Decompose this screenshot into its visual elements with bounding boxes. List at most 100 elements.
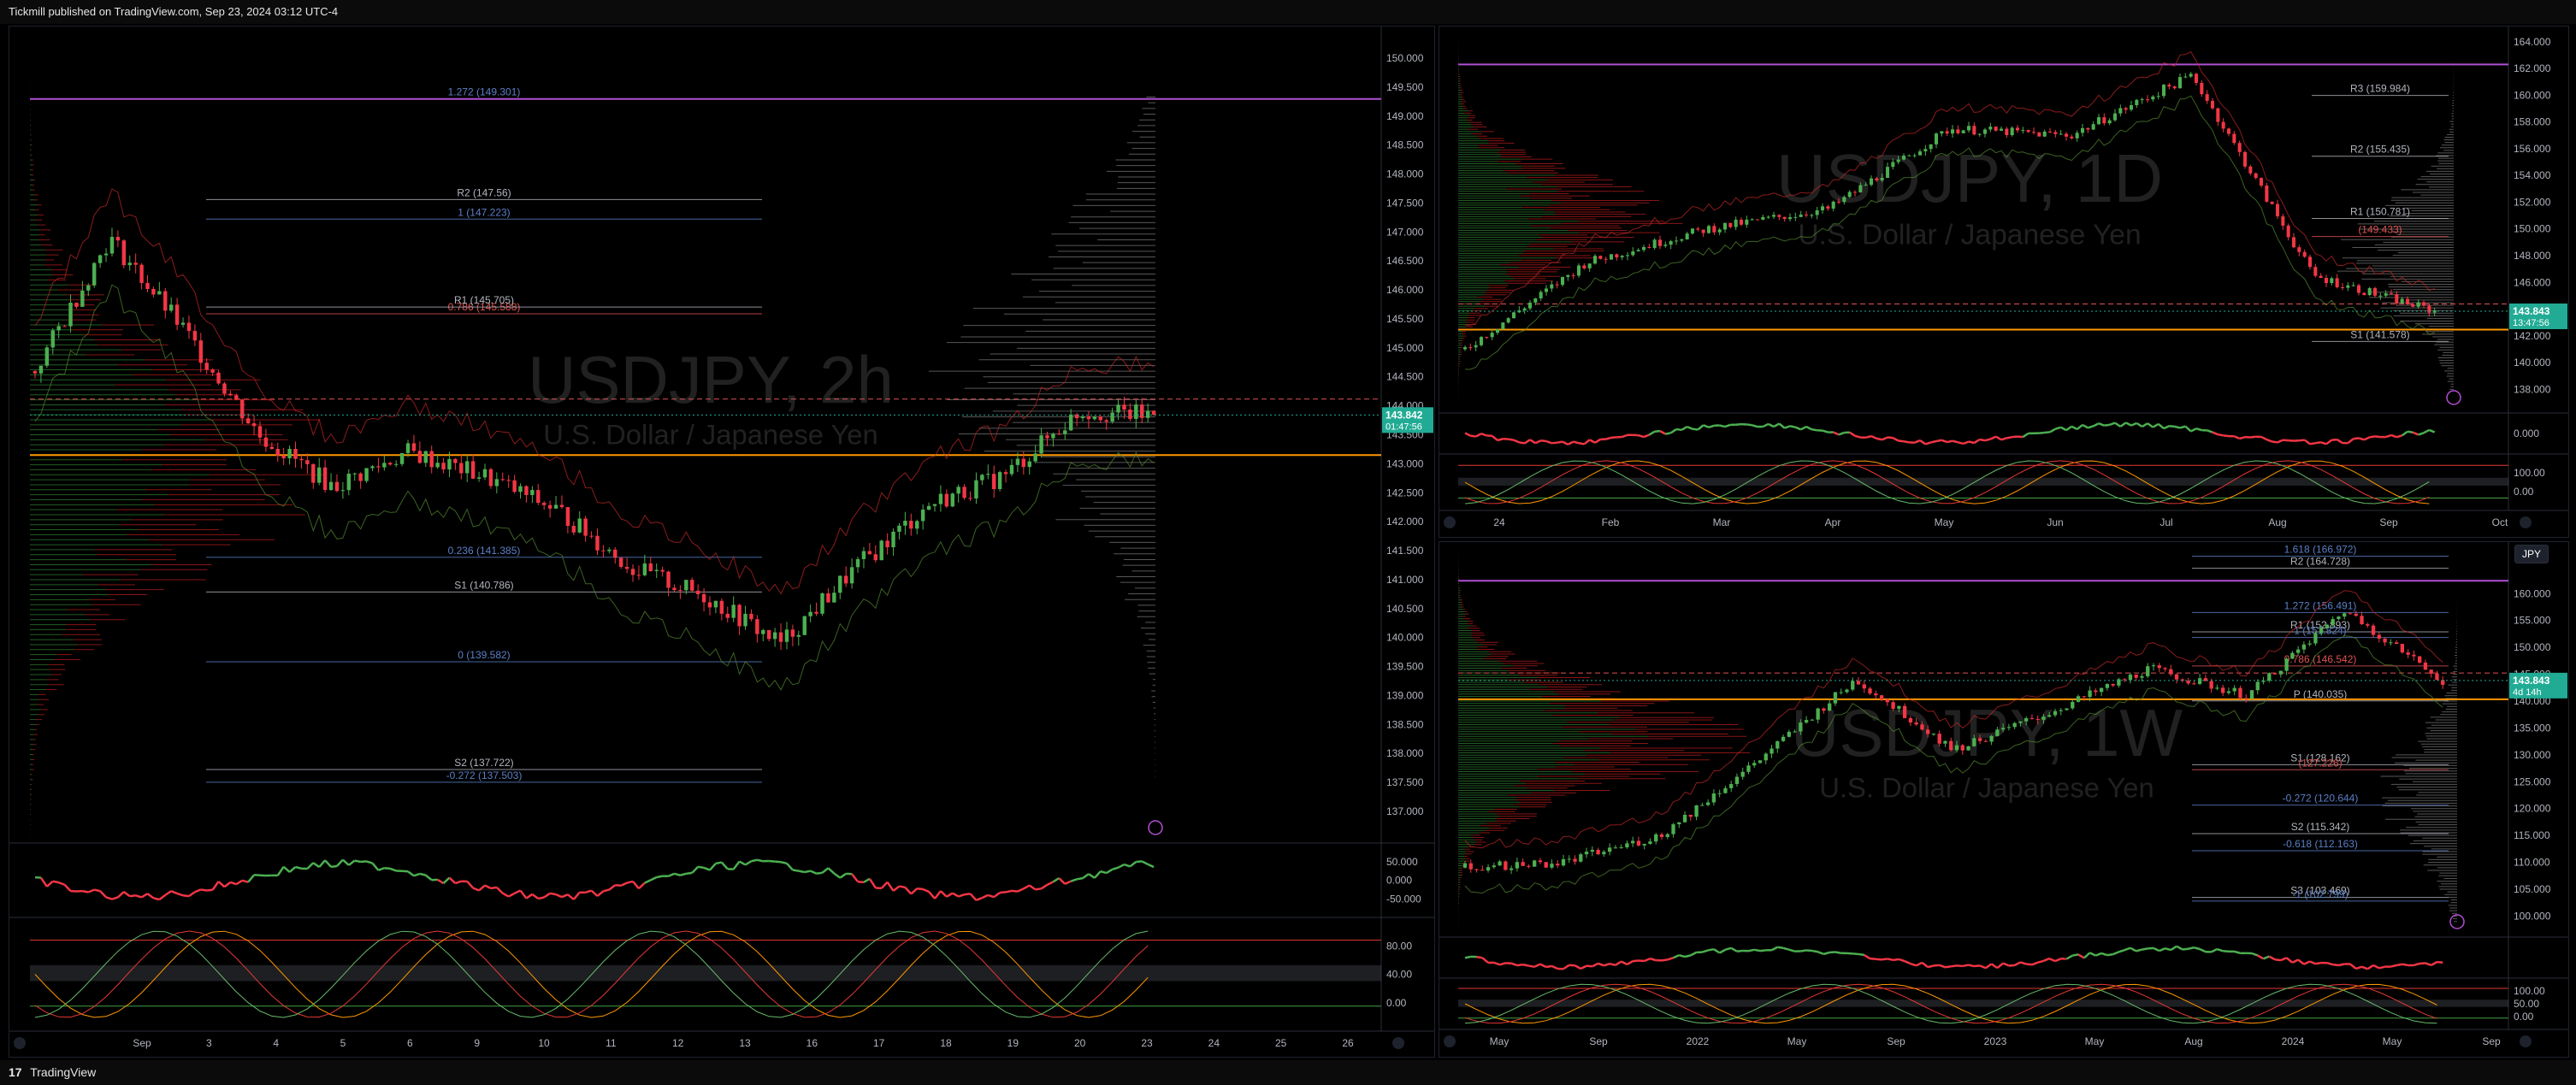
oscillator-segment — [1622, 433, 1628, 439]
oscillator-segment — [1481, 957, 1489, 964]
candle-body — [1659, 834, 1664, 837]
oscillator-segment — [549, 892, 557, 896]
oscillator-segment — [377, 867, 385, 872]
chart-pane-1w[interactable]: USDJPY, 1W U.S. Dollar / Japanese Yen 1.61… — [1439, 541, 2569, 1058]
candle-body — [115, 237, 121, 241]
oscillator-segment — [1064, 880, 1072, 886]
oscillator-segment — [2320, 441, 2327, 445]
candle-body — [956, 486, 960, 494]
oscillator-segment — [798, 870, 805, 874]
tradingview-brand[interactable]: TradingView — [30, 1065, 96, 1079]
oscillator-segment — [436, 878, 445, 885]
oscillator-segment — [1898, 958, 1905, 963]
oscillator-segment — [1865, 434, 1872, 439]
chart-2h-svg[interactable]: USDJPY, 2hU.S. Dollar / Japanese Yen 1.27… — [9, 27, 1434, 1057]
candle-body — [796, 634, 801, 637]
price-axis-label: 137.500 — [1386, 776, 1424, 788]
oscillator-segment — [2332, 963, 2339, 967]
level-label: -1 (102.799) — [2292, 888, 2348, 900]
oscillator-segment — [1736, 949, 1743, 952]
oscillator-segment — [235, 879, 243, 886]
candle-body — [997, 472, 1002, 489]
oscillator-segment — [1648, 430, 1656, 436]
candle-body — [1734, 219, 1738, 227]
candle-body — [1104, 420, 1108, 422]
oscillator-segment — [981, 893, 989, 899]
time-axis-label: 26 — [1342, 1037, 1354, 1049]
candle-body — [447, 458, 452, 470]
candle-body — [435, 463, 440, 468]
oscillator-segment — [484, 884, 492, 890]
candle-body — [1527, 302, 1533, 309]
oscillator-segment — [229, 881, 237, 886]
candle-body — [2281, 216, 2285, 226]
candle-body — [1706, 226, 1711, 233]
candle-body — [1555, 284, 1559, 286]
price-axis-label: 120.000 — [2514, 803, 2551, 815]
oscillator-segment — [1644, 957, 1651, 963]
candle-body — [1914, 722, 1918, 725]
candle-body — [1671, 824, 1675, 834]
oscillator-segment — [2223, 434, 2230, 438]
candle-body — [1665, 834, 1669, 837]
oscillator-segment — [1768, 422, 1775, 428]
oscillator-segment — [1088, 873, 1096, 879]
oscillator-segment — [1919, 439, 1927, 445]
oscillator-segment — [2042, 957, 2050, 963]
candle-body — [1479, 337, 1484, 345]
oscillator-segment — [1539, 963, 1547, 969]
candle-body — [50, 330, 55, 348]
candle-body — [2421, 302, 2426, 306]
oscillator-segment — [1893, 958, 1900, 962]
candle-body — [2006, 727, 2012, 728]
oscillator-segment — [2002, 962, 2010, 967]
oscillator-segment — [2347, 438, 2354, 445]
candle-body — [1897, 705, 1901, 709]
candle-body — [749, 613, 753, 620]
oscillator-segment — [1762, 422, 1770, 428]
candle-body — [2151, 665, 2156, 667]
candle-body — [293, 448, 298, 459]
oscillator-segment — [1675, 428, 1682, 432]
oscillator-segment — [176, 892, 184, 897]
oscillator-segment — [2098, 422, 2105, 427]
level-label: R3 (159.984) — [2350, 83, 2410, 95]
candle-body — [2111, 683, 2115, 686]
oscillator-segment — [780, 861, 788, 865]
oscillator-segment — [1040, 883, 1049, 890]
oscillator-segment — [2077, 953, 2085, 959]
oscillator-segment — [194, 888, 202, 893]
oscillator-segment — [1778, 422, 1786, 429]
candle-body — [1701, 229, 1705, 233]
candle-body — [299, 458, 304, 461]
chart-1d-svg[interactable]: USDJPY, 1DU.S. Dollar / Japanese YenR3 (… — [1439, 27, 2568, 537]
chart-pane-2h[interactable]: USDJPY, 2h U.S. Dollar / Japanese Yen 1.27… — [9, 26, 1435, 1058]
currency-badge[interactable]: JPY — [2514, 545, 2549, 563]
candle-body — [1609, 254, 1614, 260]
candle-body — [488, 469, 493, 486]
oscillator-segment — [1881, 958, 1888, 961]
candle-body — [2330, 278, 2334, 284]
chart-1w-svg[interactable]: USDJPY, 1WU.S. Dollar / Japanese Yen 1.61… — [1439, 542, 2568, 1057]
candle-body — [1631, 840, 1635, 844]
tradingview-logo-icon[interactable]: 17 — [9, 1065, 22, 1079]
candle-body — [589, 535, 594, 537]
candle-body — [2238, 687, 2242, 699]
oscillator-segment — [632, 881, 640, 889]
time-axis-label: Apr — [1825, 516, 1841, 528]
price-axis-label: 160.000 — [2514, 587, 2551, 599]
oscillator-segment — [1887, 436, 1894, 439]
time-axis-label: Mar — [1713, 516, 1731, 528]
oscillator-segment — [2049, 428, 2056, 433]
oscillator-segment — [1870, 957, 1876, 960]
candle-body — [1700, 805, 1705, 806]
oscillator-segment — [2054, 958, 2062, 963]
candle-body — [2029, 718, 2035, 720]
candle-body — [1573, 858, 1577, 862]
chart-pane-1d[interactable]: USDJPY, 1D U.S. Dollar / Japanese Yen R3 (… — [1439, 26, 2569, 538]
oscillator-segment — [738, 860, 747, 866]
candle-body — [32, 370, 38, 374]
candle-body — [2086, 127, 2090, 130]
oscillator-segment — [158, 893, 167, 901]
oscillator-segment — [1927, 964, 1935, 969]
